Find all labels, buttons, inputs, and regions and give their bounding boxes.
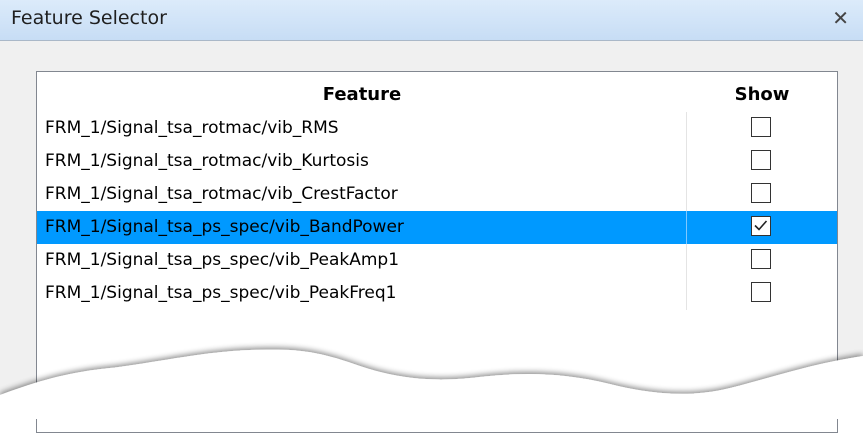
torn-edge-overlay — [0, 349, 863, 419]
feature-selector-window: Feature Selector ✕ Feature Show FRM_1/Si… — [0, 0, 863, 433]
